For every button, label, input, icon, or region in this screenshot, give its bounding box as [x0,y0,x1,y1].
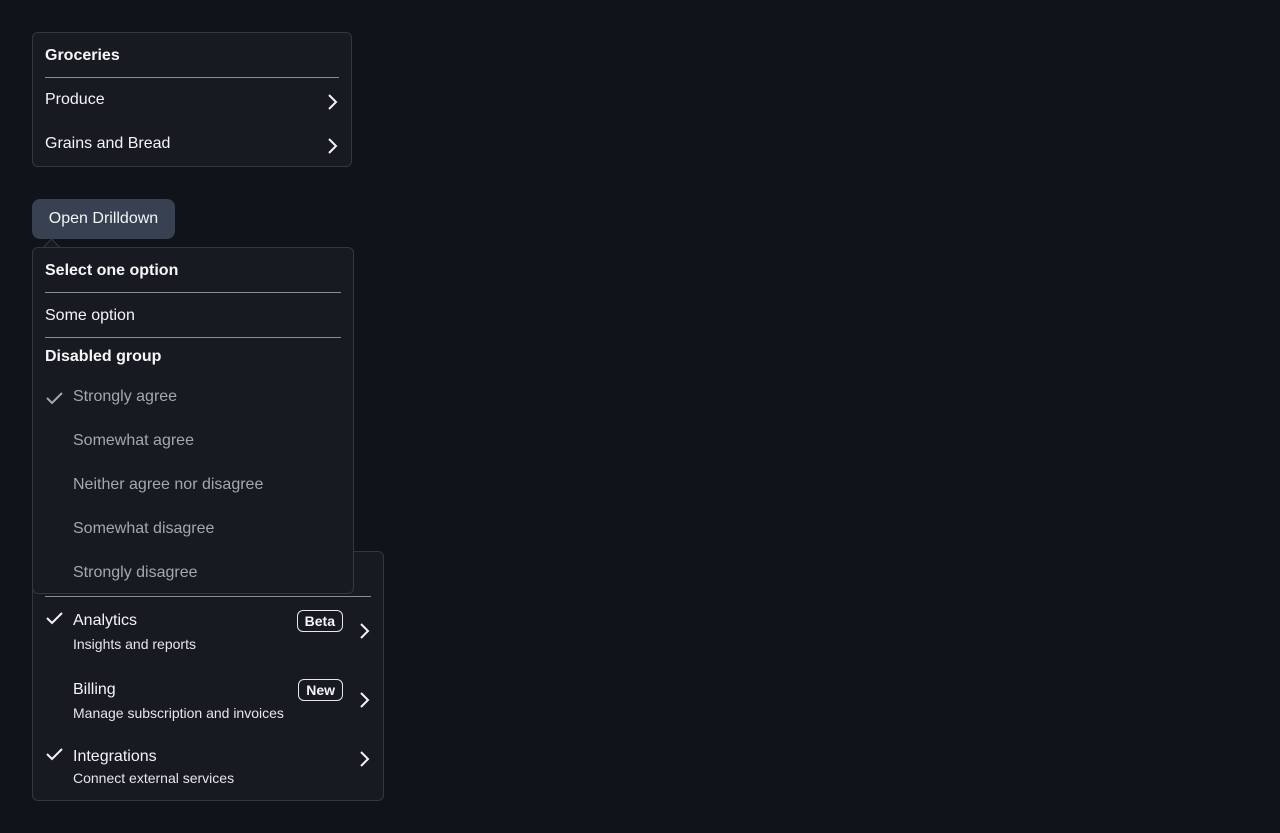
menu-item-integrations[interactable]: Integrations Connect external services [33,740,383,792]
option-label: Somewhat disagree [73,520,215,537]
chevron-right-icon [325,137,339,155]
groceries-menu-divider [45,77,339,78]
menu-item-grains-label: Grains and Bread [45,135,171,152]
analytics-title: Analytics [73,612,138,629]
select-option-menu: Select one option Some option Disabled g… [32,247,354,594]
option-strongly-disagree: Strongly disagree [45,564,341,586]
menu-item-produce-label: Produce [45,91,105,108]
option-somewhat-agree: Somewhat agree [45,432,341,454]
chevron-right-icon [357,750,371,768]
groceries-menu: Groceries Produce Grains and Bread [32,32,352,167]
option-label: Strongly disagree [73,564,198,581]
new-badge: New [298,679,343,701]
select-menu-divider-2 [45,337,341,338]
open-drilldown-button[interactable]: Open Drilldown [32,199,175,239]
checkmark-icon [45,390,65,406]
disabled-group-title: Disabled group [45,348,162,365]
option-label: Somewhat agree [73,432,194,449]
menu-item-grains-and-bread[interactable]: Grains and Bread [45,135,339,157]
menu-item-some-option[interactable]: Some option [45,307,341,329]
billing-subtitle: Manage subscription and invoices [73,705,284,721]
checkmark-icon [45,610,65,626]
groceries-menu-title: Groceries [45,47,120,64]
integrations-subtitle: Connect external services [73,770,235,786]
option-neither: Neither agree nor disagree [45,476,341,498]
menu-item-billing[interactable]: Billing Manage subscription and invoices… [33,673,383,729]
chevron-right-icon [357,622,371,640]
beta-badge: Beta [296,610,343,632]
menu-item-produce[interactable]: Produce [45,91,339,113]
checkmark-icon [45,746,65,762]
select-menu-divider [45,292,341,293]
some-option-label: Some option [45,307,135,324]
chevron-right-icon [357,691,371,709]
integrations-title: Integrations [73,748,157,765]
option-somewhat-disagree: Somewhat disagree [45,520,341,542]
billing-title: Billing [73,681,116,698]
page: Groceries Produce Grains and Bread Open … [0,0,1280,833]
select-menu-title: Select one option [45,262,179,279]
option-label: Neither agree nor disagree [73,476,264,493]
chevron-right-icon [325,93,339,111]
option-label: Strongly agree [73,388,178,405]
analytics-subtitle: Insights and reports [73,636,196,652]
features-menu-divider [45,596,371,597]
option-strongly-agree: Strongly agree [45,388,341,410]
menu-item-analytics[interactable]: Analytics Insights and reports Beta [33,604,383,660]
